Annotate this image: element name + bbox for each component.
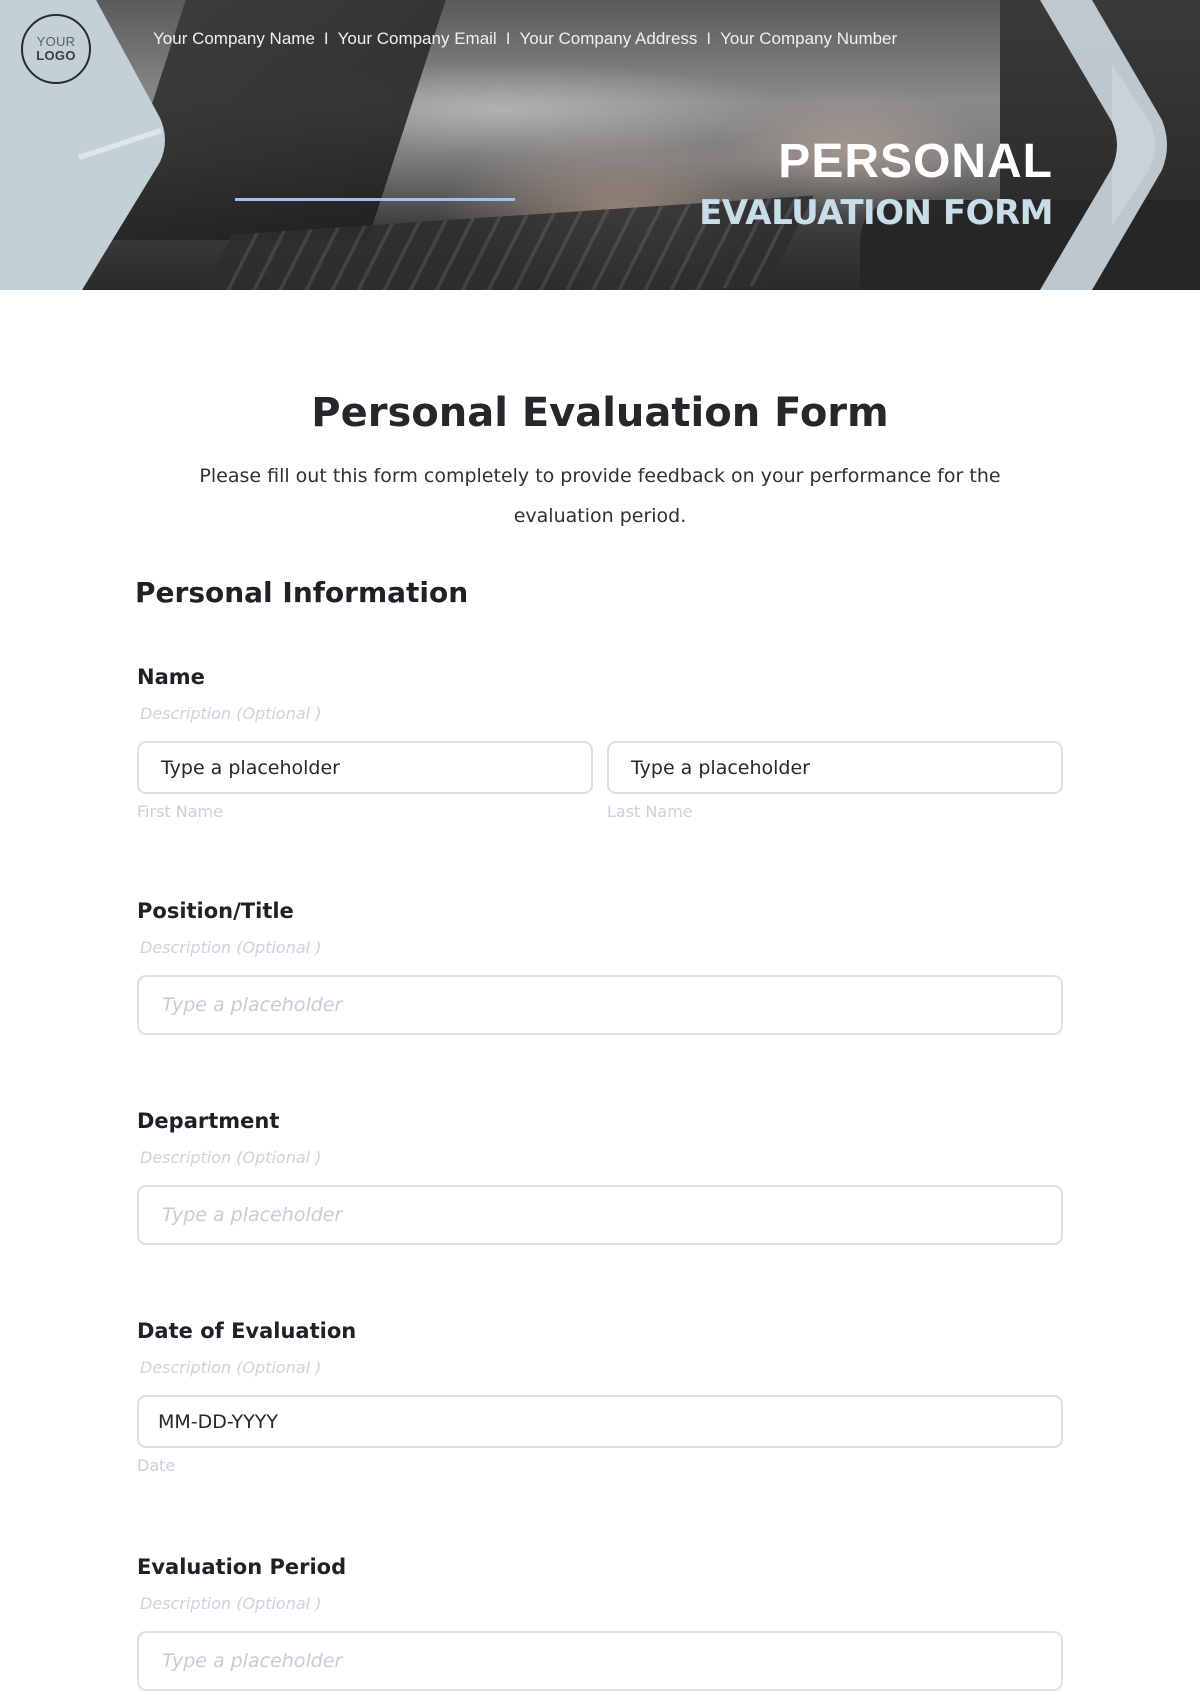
field-label: Department (137, 1109, 280, 1133)
last-name-group: Type a placeholder Last Name (607, 741, 1063, 822)
department-input-group: Type a placeholder (137, 1185, 1063, 1245)
last-name-input[interactable]: Type a placeholder (607, 741, 1063, 794)
page-title: Personal Evaluation Form (311, 390, 889, 436)
field-label: Date of Evaluation (137, 1319, 357, 1343)
department-input-row: Type a placeholder (137, 1185, 1063, 1245)
date-input-group: MM-DD-YYYY Date (137, 1395, 1063, 1476)
field-description: Description (Optional ) (140, 704, 322, 723)
company-address: Your Company Address (519, 29, 698, 48)
position-input-group: Type a placeholder (137, 975, 1063, 1035)
evaluation-period-input-group: Type a placeholder (137, 1631, 1063, 1691)
field-date-of-evaluation: Date of Evaluation Description (Optional… (137, 1317, 1063, 1476)
field-name: Name Description (Optional ) Type a plac… (137, 663, 1063, 822)
field-evaluation-period: Evaluation Period Description (Optional … (137, 1553, 1063, 1691)
section-heading-personal-information: Personal Information (135, 576, 469, 609)
company-logo: YOUR LOGO (21, 14, 91, 84)
department-input[interactable]: Type a placeholder (137, 1185, 1063, 1245)
evaluation-period-input-row: Type a placeholder (137, 1631, 1063, 1691)
field-label: Evaluation Period (137, 1555, 347, 1579)
field-label: Name (137, 665, 205, 689)
first-name-group: Type a placeholder First Name (137, 741, 593, 822)
company-email: Your Company Email (337, 29, 497, 48)
position-input-row: Type a placeholder (137, 975, 1063, 1035)
field-description: Description (Optional ) (140, 1594, 322, 1613)
date-sublabel: Date (137, 1456, 176, 1475)
field-position-title: Position/Title Description (Optional ) T… (137, 897, 1063, 1035)
first-name-input[interactable]: Type a placeholder (137, 741, 593, 794)
separator: I (323, 29, 329, 48)
accent-line (235, 198, 515, 201)
field-description: Description (Optional ) (140, 1358, 322, 1377)
header-banner: YOUR LOGO Your Company Name I Your Compa… (0, 0, 1200, 290)
separator: I (505, 29, 511, 48)
evaluation-period-input[interactable]: Type a placeholder (137, 1631, 1063, 1691)
logo-line1: YOUR (36, 34, 76, 49)
name-input-row: Type a placeholder First Name Type a pla… (137, 741, 1063, 822)
field-label: Position/Title (137, 899, 294, 923)
field-description: Description (Optional ) (140, 938, 322, 957)
company-info-bar: Your Company Name I Your Company Email I… (153, 28, 897, 50)
first-name-sublabel: First Name (137, 802, 223, 821)
date-input-row: MM-DD-YYYY Date (137, 1395, 1063, 1476)
page-intro: Please fill out this form completely to … (199, 465, 1001, 527)
date-input[interactable]: MM-DD-YYYY (137, 1395, 1063, 1448)
logo-line2: LOGO (36, 48, 76, 63)
last-name-sublabel: Last Name (607, 802, 693, 821)
company-name: Your Company Name (153, 29, 315, 48)
field-description: Description (Optional ) (140, 1148, 322, 1167)
hero-title-secondary: EVALUATION FORM (699, 193, 1053, 233)
company-number: Your Company Number (720, 29, 898, 48)
position-title-input[interactable]: Type a placeholder (137, 975, 1063, 1035)
field-department: Department Description (Optional ) Type … (137, 1107, 1063, 1245)
separator: I (706, 29, 712, 48)
hero-title-primary: PERSONAL (778, 135, 1053, 188)
